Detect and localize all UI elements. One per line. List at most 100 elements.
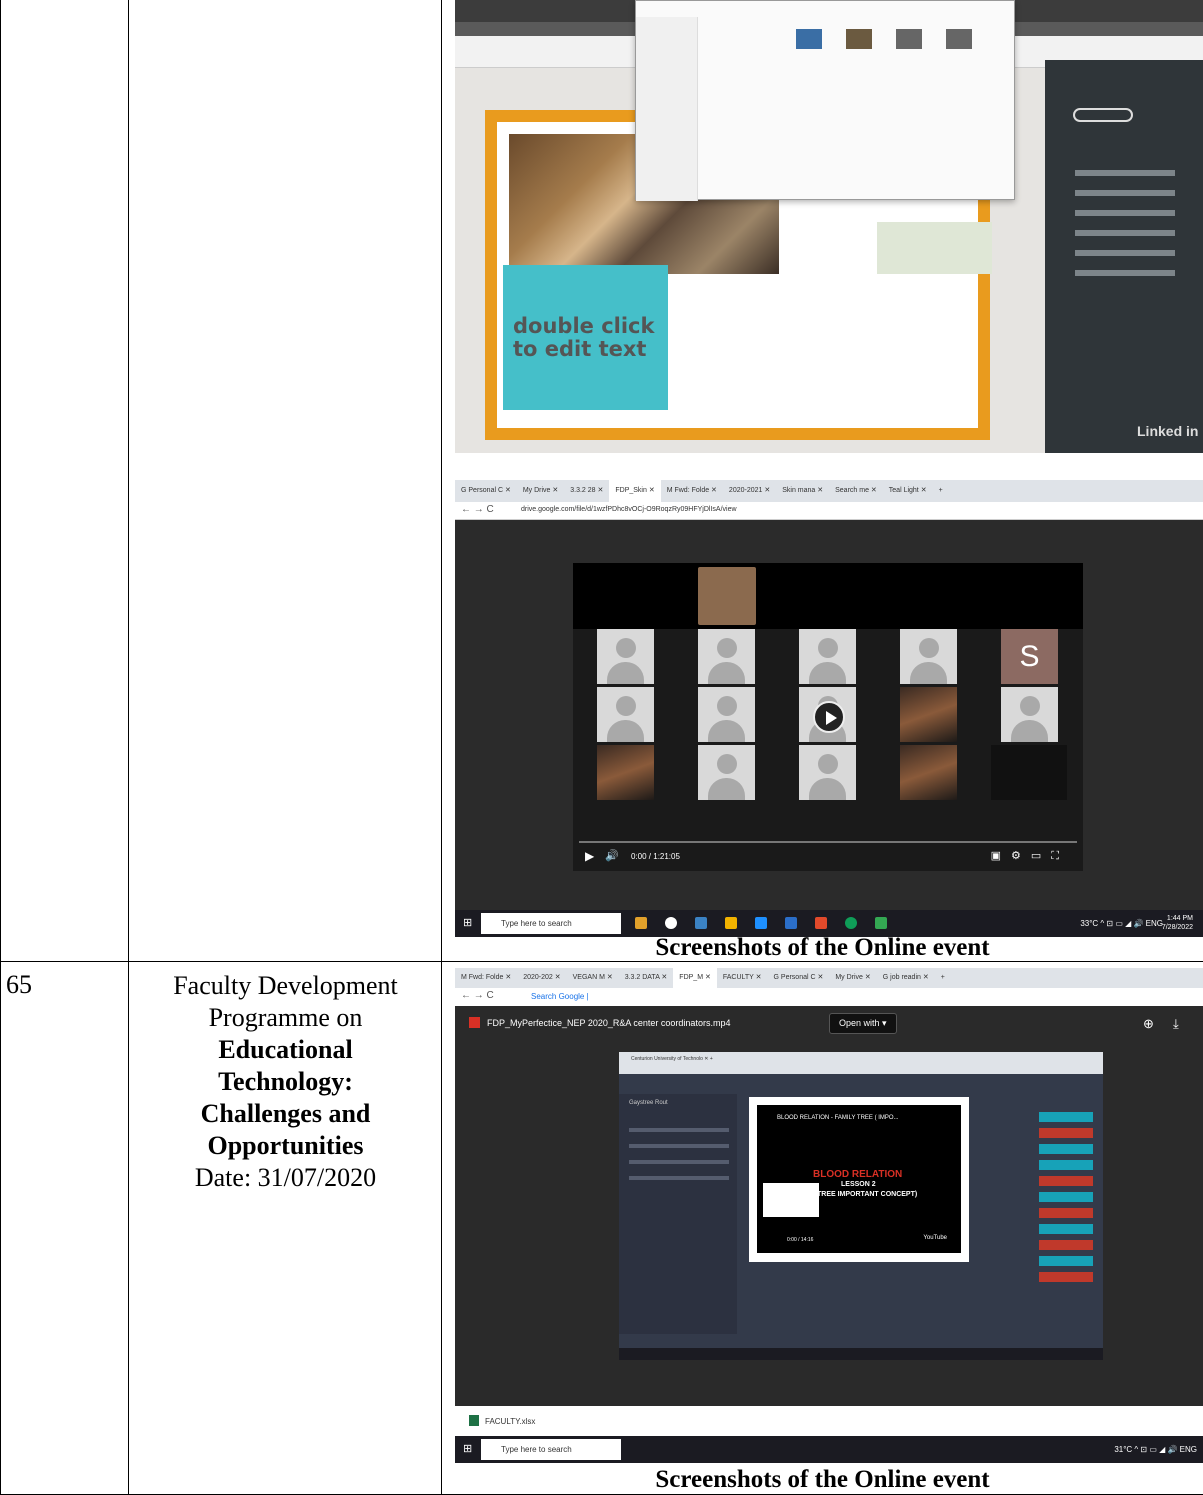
- row1-caption: Screenshots of the Online event: [655, 934, 990, 961]
- panel-item[interactable]: [1075, 270, 1175, 276]
- progress-bar[interactable]: [579, 841, 1077, 843]
- browser-tab[interactable]: M Fwd: Folde ✕: [661, 480, 723, 494]
- video-line2: LESSON 2: [841, 1181, 876, 1188]
- open-with-button[interactable]: Open with ▾: [829, 1013, 897, 1034]
- windows-start-icon[interactable]: ⊞: [463, 916, 472, 929]
- row2-caption: Screenshots of the Online event: [655, 1466, 990, 1493]
- file-thumb[interactable]: [896, 29, 922, 49]
- canvas-text-line2: to edit text: [513, 337, 647, 361]
- sidebar-item: [629, 1144, 729, 1148]
- browser-tabbar: M Fwd: Folde ✕ 2020-202 ✕ VEGAN M ✕ 3.3.2 D…: [455, 968, 1203, 988]
- file-thumb[interactable]: [796, 29, 822, 49]
- add-shortcut-icon[interactable]: ⊕: [1143, 1016, 1154, 1032]
- back-forward-reload-icon[interactable]: ← → C: [461, 504, 494, 515]
- panel-item[interactable]: [1075, 170, 1175, 176]
- browser-tab[interactable]: 3.3.2 DATA ✕: [619, 968, 674, 981]
- system-tray: 33°C ^ ⊡ ▭ ◢ 🔊 ENG: [1080, 919, 1163, 928]
- video-top-strip: [573, 563, 1083, 629]
- taskbar-app-icon[interactable]: [665, 917, 677, 929]
- browser-tab[interactable]: Teal Light ✕: [883, 480, 933, 494]
- youtube-logo: YouTube: [923, 1235, 947, 1241]
- download-file-name[interactable]: FACULTY.xlsx: [485, 1417, 535, 1426]
- serial-number: 65: [6, 970, 32, 999]
- taskbar-clock: 1:44 PM 7/28/2022: [1162, 914, 1193, 932]
- url-text[interactable]: drive.google.com/file/d/1wzfPDhc8vOCj-O9…: [521, 506, 737, 513]
- windows-taskbar: ⊞ Type here to search 31°C ^ ⊡ ▭ ◢ 🔊 ENG: [455, 1436, 1203, 1463]
- address-bar[interactable]: ← → C Search Google |: [455, 988, 1203, 1006]
- browser-tab[interactable]: FACULTY ✕: [717, 968, 768, 981]
- browser-tab[interactable]: G job readin ✕: [877, 968, 935, 981]
- clock-time: 1:44 PM: [1166, 915, 1193, 922]
- drive-preview-header: FDP_MyPerfectice_NEP 2020_R&A center coo…: [455, 1006, 1203, 1048]
- back-forward-reload-icon[interactable]: ← → C: [461, 990, 494, 1001]
- canvas-text-box[interactable]: double click to edit text: [503, 265, 668, 410]
- canvas-shape[interactable]: [877, 222, 992, 274]
- taskbar-search[interactable]: Type here to search: [481, 913, 621, 934]
- video-time: 0:00 / 14:16: [787, 1237, 814, 1243]
- download-icon[interactable]: ⤓: [1173, 1016, 1179, 1032]
- browser-tab[interactable]: Skin mana ✕: [776, 480, 829, 494]
- browser-tab[interactable]: My Drive ✕: [829, 968, 876, 981]
- play-icon[interactable]: [813, 701, 845, 733]
- browser-tab-active[interactable]: FDP_M ✕: [673, 968, 717, 988]
- file-thumb[interactable]: [846, 29, 872, 49]
- taskbar-app-icon[interactable]: [875, 917, 887, 929]
- right-panel: [1045, 60, 1203, 453]
- omnibox-text[interactable]: Search Google |: [531, 992, 589, 1001]
- browser-tab-active[interactable]: FDP_Skin ✕: [609, 480, 661, 502]
- clock-date: 7/28/2022: [1161, 924, 1193, 931]
- play-icon[interactable]: ▶: [585, 849, 594, 863]
- panel-item[interactable]: [1075, 250, 1175, 256]
- browser-tab[interactable]: M Fwd: Folde ✕: [455, 968, 517, 981]
- browser-tab[interactable]: G Personal C ✕: [455, 480, 517, 494]
- new-tab-button[interactable]: +: [933, 481, 949, 494]
- taskbar-app-icon[interactable]: [695, 917, 707, 929]
- panel-item[interactable]: [1075, 230, 1175, 236]
- browser-tab[interactable]: My Drive ✕: [517, 480, 564, 494]
- panel-button[interactable]: [1073, 108, 1133, 122]
- browser-tab[interactable]: Search me ✕: [829, 480, 883, 494]
- language-indicator: ENG: [1145, 919, 1163, 928]
- video-file-icon: [469, 1017, 480, 1028]
- inner-button: [1039, 1224, 1093, 1234]
- sidebar-item: [629, 1160, 729, 1164]
- volume-icon[interactable]: 🔊: [605, 849, 619, 862]
- participant-tile: [597, 629, 654, 684]
- browser-tab[interactable]: 2020-202 ✕: [517, 968, 566, 981]
- browser-tab[interactable]: G Personal C ✕: [768, 968, 830, 981]
- video-player[interactable]: S ▶ 🔊 0:00 / 1:21:05 ▣⚙▭⛶: [573, 563, 1083, 871]
- windows-taskbar: ⊞ Type here to search 33°C ^ ⊡ ▭ ◢ 🔊 ENG…: [455, 910, 1203, 937]
- screenshot-design-editor: double click to edit text Linked in: [455, 0, 1203, 453]
- file-open-dialog[interactable]: [635, 0, 1015, 201]
- browser-tab[interactable]: 2020-2021 ✕: [723, 480, 776, 494]
- taskbar-app-icon[interactable]: [725, 917, 737, 929]
- taskbar-app-icon[interactable]: [635, 917, 647, 929]
- windows-start-icon[interactable]: ⊞: [463, 1442, 472, 1455]
- taskbar-app-icon[interactable]: [785, 917, 797, 929]
- video-title: BLOOD RELATION - FAMILY TREE ( IMPO...: [777, 1115, 899, 1121]
- panel-item[interactable]: [1075, 190, 1175, 196]
- table-border-col2: [441, 0, 442, 1495]
- canvas-text-line1: double click: [513, 314, 655, 338]
- address-bar[interactable]: ← → C drive.google.com/file/d/1wzfPDhc8v…: [455, 502, 1203, 520]
- taskbar-app-icon[interactable]: [845, 917, 857, 929]
- browser-tab[interactable]: VEGAN M ✕: [567, 968, 619, 981]
- language-indicator: ENG: [1179, 1445, 1197, 1454]
- player-settings-icons[interactable]: ▣⚙▭⛶: [991, 849, 1069, 863]
- participant-tile: [900, 629, 957, 684]
- participant-camera: [900, 745, 957, 800]
- browser-tab[interactable]: 3.3.2 28 ✕: [564, 480, 609, 494]
- taskbar-search[interactable]: Type here to search: [481, 1439, 621, 1460]
- inner-button: [1039, 1144, 1093, 1154]
- new-tab-button[interactable]: +: [935, 969, 951, 981]
- canvas-text[interactable]: double click to edit text: [513, 315, 654, 361]
- inner-sidebar: Gaystree Rout: [619, 1094, 737, 1334]
- participant-tile: [1001, 687, 1058, 742]
- taskbar-app-icon[interactable]: [755, 917, 767, 929]
- inner-button: [1039, 1272, 1093, 1282]
- panel-item[interactable]: [1075, 210, 1175, 216]
- taskbar-app-icon[interactable]: [815, 917, 827, 929]
- file-thumb[interactable]: [946, 29, 972, 49]
- participant-tile: [799, 629, 856, 684]
- linkedin-logo: Linked in: [1137, 423, 1199, 439]
